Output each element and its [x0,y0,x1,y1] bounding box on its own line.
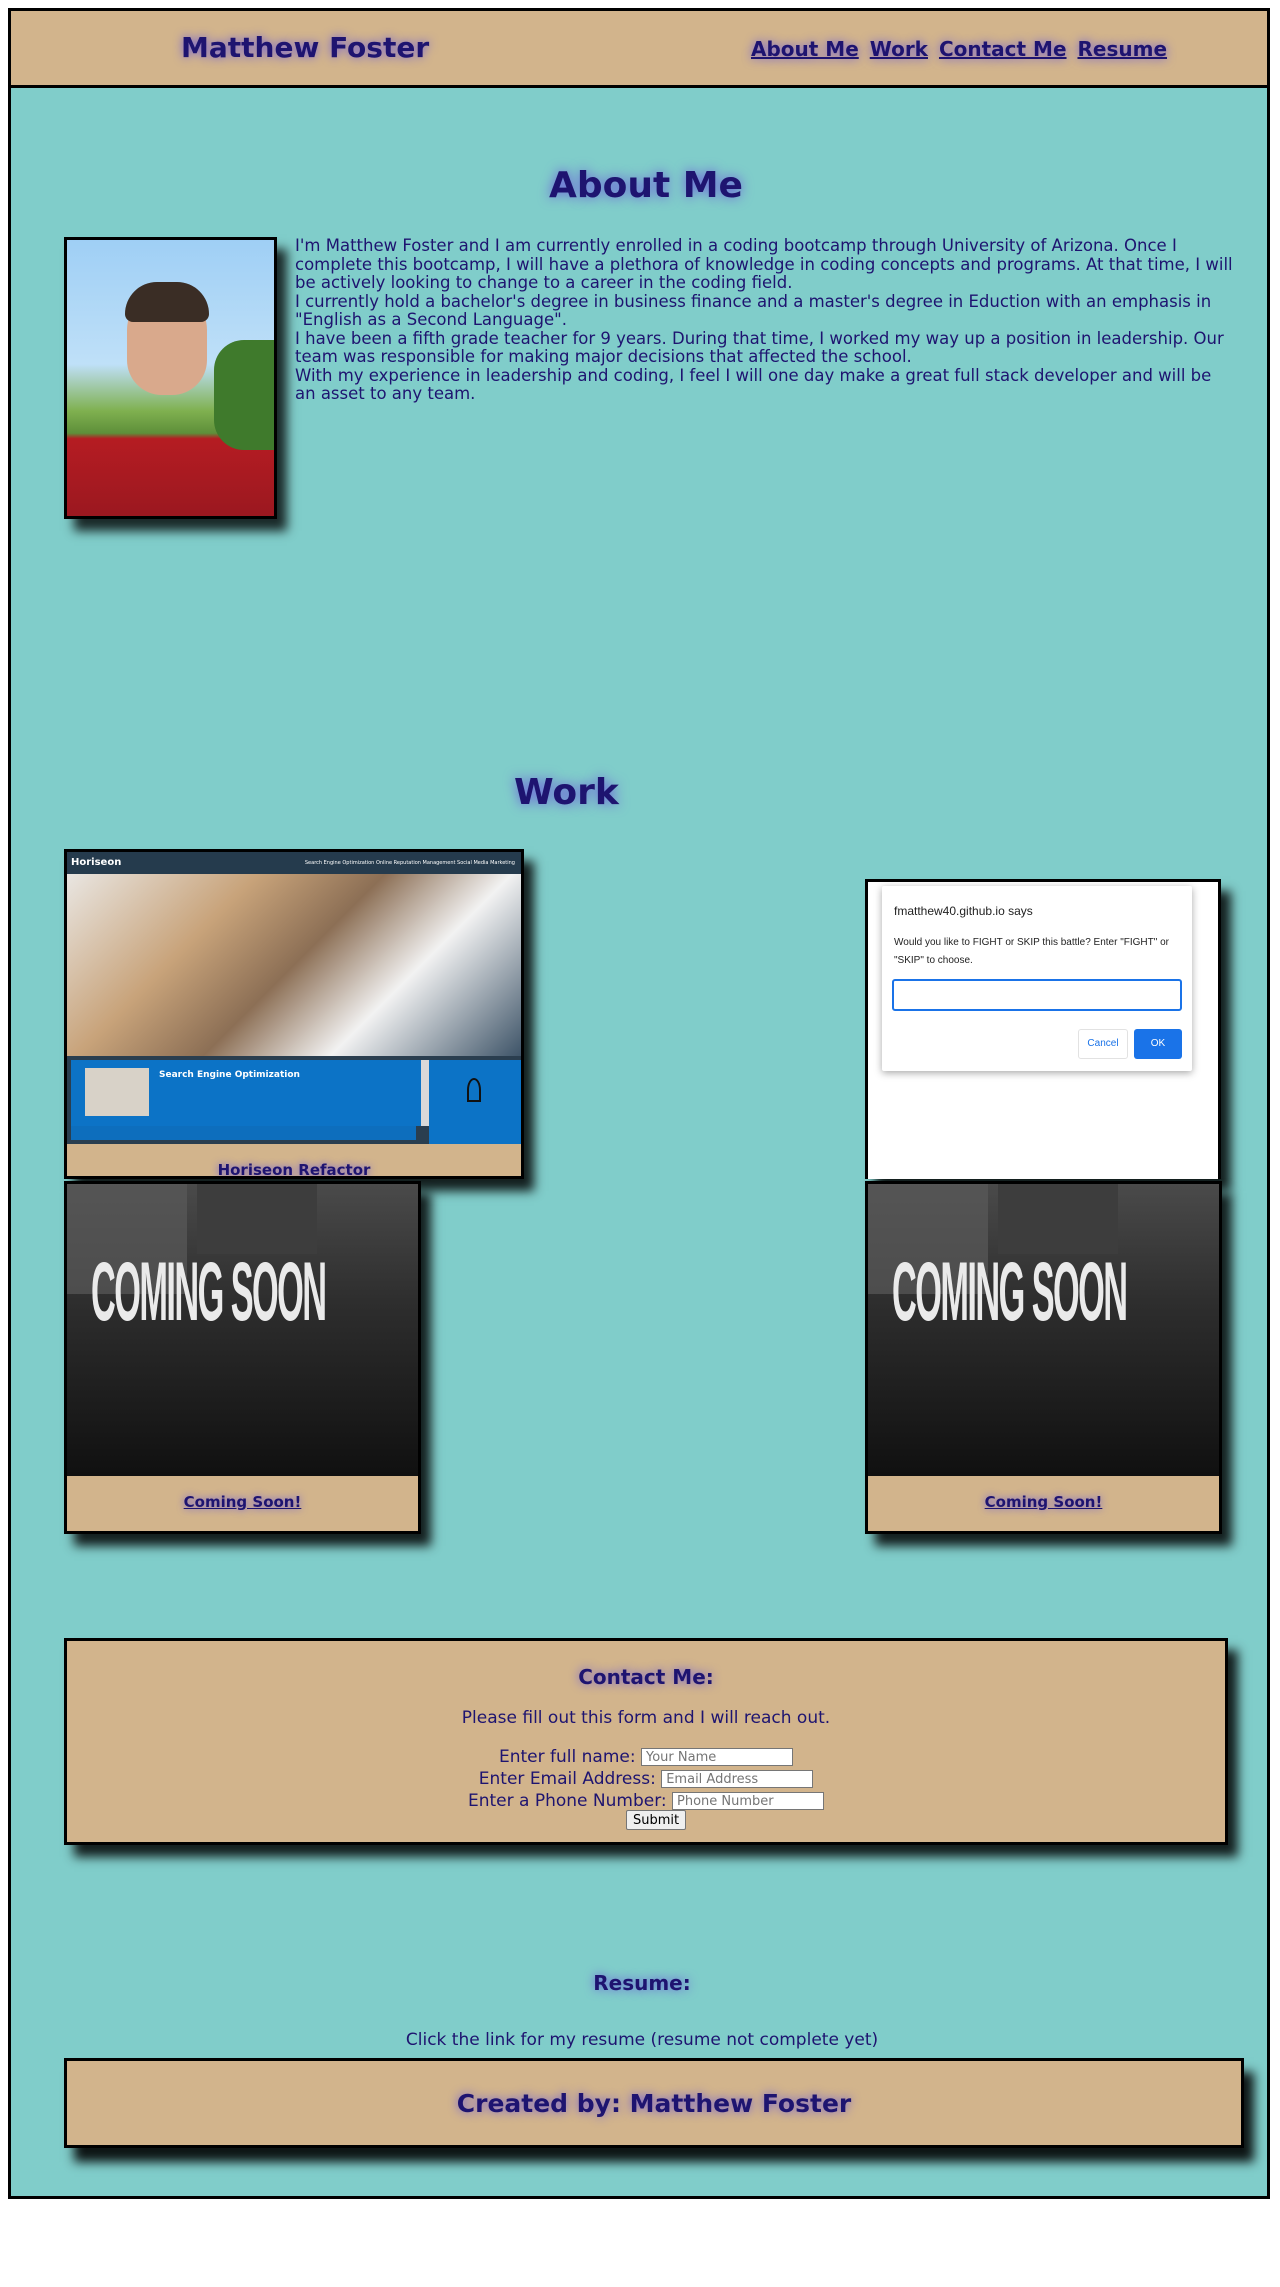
dialog-input [892,979,1182,1011]
contact-form: Contact Me: Please fill out this form an… [64,1638,1228,1845]
building-shape [197,1184,317,1254]
project-card-coming-soon-2[interactable]: COMING SOON Coming Soon! [865,1181,1222,1534]
coming-soon-image: COMING SOON [868,1184,1219,1476]
project-card-game[interactable]: fmatthew40.github.io says Would you like… [865,879,1221,1179]
horiseon-link[interactable]: Horiseon Refactor [218,1161,371,1176]
nav-about-me[interactable]: About Me [751,37,859,61]
dialog-message: Would you like to FIGHT or SKIP this bat… [894,937,1169,966]
work-heading: Work [514,772,619,813]
horiseon-sidebar [429,1060,521,1144]
phone-input[interactable] [672,1792,825,1810]
about-paragraph: I'm Matthew Foster and I am currently en… [295,236,1233,292]
about-paragraph: I have been a fifth grade teacher for 9 … [295,328,1224,366]
coming-soon-link[interactable]: Coming Soon! [184,1493,302,1511]
project-card-coming-soon-1[interactable]: COMING SOON Coming Soon! [64,1181,421,1534]
resume-heading: Resume: [593,1971,691,1995]
photo-hair [125,282,209,322]
horiseon-thumb [85,1068,149,1116]
phone-label: Enter a Phone Number: [467,1791,667,1811]
dialog-title: fmatthew40.github.io says [894,904,1033,918]
horiseon-screenshot: Horiseon Search Engine Optimization Onli… [67,852,521,1144]
email-input[interactable] [661,1770,814,1788]
lock-icon [467,1078,481,1102]
email-label: Enter Email Address: [478,1769,656,1789]
horiseon-caption: Horiseon Refactor [67,1158,521,1176]
about-me-text: I'm Matthew Foster and I am currently en… [295,236,1235,404]
nav-contact-me[interactable]: Contact Me [939,37,1067,61]
photo-tree [214,340,274,450]
horiseon-seo-panel: Search Engine Optimization [71,1060,433,1126]
horiseon-seo-heading: Search Engine Optimization [159,1070,300,1080]
coming-soon-link[interactable]: Coming Soon! [985,1493,1103,1511]
site-footer: Created by: Matthew Foster [64,2058,1244,2148]
contact-intro: Please fill out this form and I will rea… [461,1708,831,1728]
about-me-heading: About Me [549,165,743,206]
nav-resume[interactable]: Resume [1078,37,1168,61]
dialog-cancel-button: Cancel [1078,1029,1128,1059]
submit-button[interactable]: Submit [626,1810,687,1830]
page-container: Matthew Foster About Me Work Contact Me … [8,8,1270,2199]
name-label: Enter full name: [499,1747,636,1767]
about-paragraph: I currently hold a bachelor's degree in … [295,291,1212,329]
about-paragraph: With my experience in leadership and cod… [295,365,1212,403]
name-row: Enter full name: [67,1747,1225,1767]
name-input[interactable] [641,1748,793,1766]
site-header: Matthew Foster About Me Work Contact Me … [11,11,1267,88]
site-name: Matthew Foster [181,31,430,64]
profile-photo [64,237,277,519]
resume-text: Click the link for my resume (resume not… [405,2030,879,2050]
prompt-dialog: fmatthew40.github.io says Would you like… [882,886,1192,1071]
contact-heading: Contact Me: [578,1665,714,1689]
main-nav: About Me Work Contact Me Resume [751,37,1171,61]
horiseon-brand: Horiseon [71,857,122,868]
horiseon-content-block: Search Engine Optimization [71,1060,433,1140]
coming-soon-caption: Coming Soon! [67,1474,418,1531]
building-shape [998,1184,1118,1254]
coming-soon-caption: Coming Soon! [868,1474,1219,1531]
coming-soon-image-text: COMING SOON [892,1246,1128,1340]
horiseon-topbar: Horiseon Search Engine Optimization Onli… [67,852,521,874]
project-card-horiseon[interactable]: Horiseon Search Engine Optimization Onli… [64,849,524,1179]
nav-work[interactable]: Work [870,37,928,61]
footer-credit: Created by: Matthew Foster [456,2089,852,2118]
game-screenshot: fmatthew40.github.io says Would you like… [868,882,1218,1179]
phone-row: Enter a Phone Number: [67,1791,1225,1811]
coming-soon-image: COMING SOON [67,1184,418,1476]
horiseon-nav-links: Search Engine Optimization Online Reputa… [304,860,515,866]
email-row: Enter Email Address: [67,1769,1225,1789]
coming-soon-image-text: COMING SOON [91,1246,327,1340]
dialog-ok-button: OK [1134,1029,1182,1059]
horiseon-hero-image [67,874,521,1056]
